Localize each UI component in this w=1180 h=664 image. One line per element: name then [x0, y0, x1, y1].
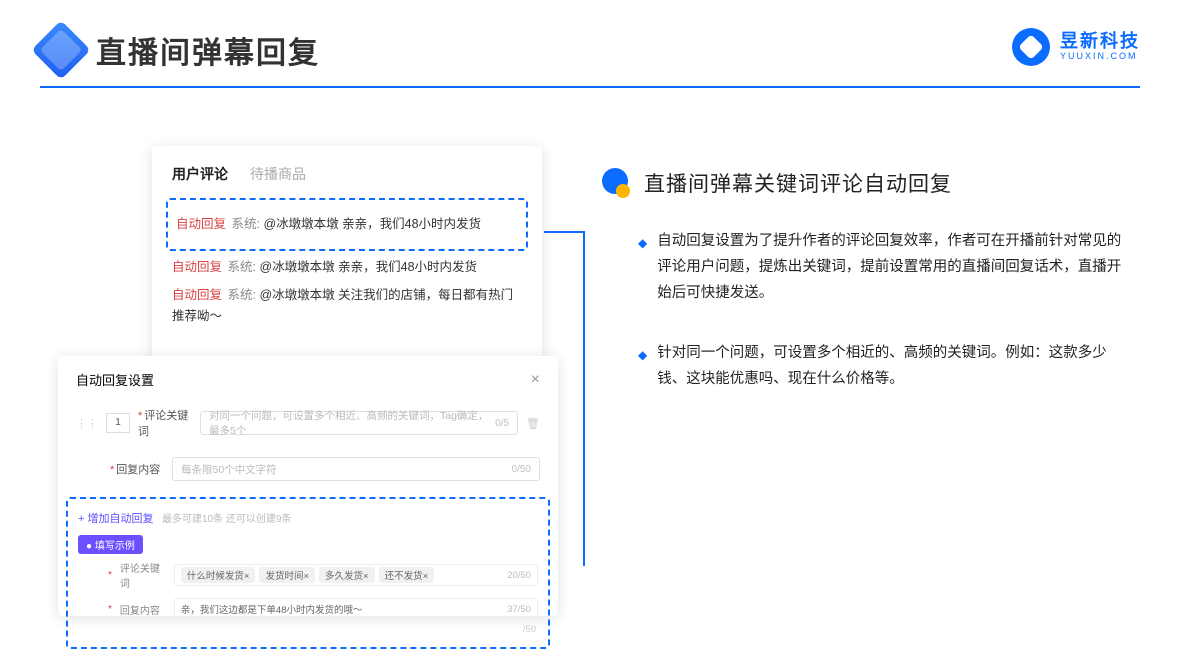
delete-icon[interactable]: 🗑: [526, 417, 540, 430]
reply-count: 0/50: [512, 464, 531, 475]
chip[interactable]: 发货时间×: [259, 567, 315, 583]
bullet-text: 自动回复设置为了提升作者的评论回复效率，作者可在开播前针对常见的评论用户问题，提…: [657, 228, 1132, 306]
example-badge: ● 填写示例: [78, 535, 143, 554]
settings-card: 自动回复设置 × ⋮⋮ 1 *评论关键词 对同一个问题，可设置多个相近、高频的关…: [58, 356, 558, 616]
header-divider: [40, 86, 1140, 88]
chip[interactable]: 多久发货×: [319, 567, 375, 583]
comment-text: @冰墩墩本墩 关注我们的店铺，每日都有热门推荐呦～: [172, 288, 513, 323]
kw-label: 评论关键词: [138, 410, 188, 438]
brand-sub: YUUXIN.COM: [1060, 52, 1140, 62]
bullet-text: 针对同一个问题，可设置多个相近的、高频的关键词。例如：这款多少钱、这块能优惠吗、…: [657, 340, 1132, 392]
kw-count: 0/5: [495, 418, 509, 429]
reply-label: 回复内容: [116, 464, 160, 476]
settings-title: 自动回复设置: [76, 370, 154, 389]
brand-name: 昱新科技: [1060, 32, 1140, 52]
kw-placeholder: 对同一个问题，可设置多个相近、高频的关键词，Tag确定，最多5个: [209, 408, 489, 438]
drag-handle-icon[interactable]: ⋮⋮: [76, 417, 98, 430]
brand-logo-icon: [1012, 28, 1050, 66]
reply-input[interactable]: 每条限50个中文字符 0/50: [172, 457, 540, 481]
ex-reply-count: 37/50: [507, 604, 531, 615]
close-icon[interactable]: ×: [531, 371, 540, 389]
highlighted-comment: 自动回复 系统: @冰墩墩本墩 亲亲，我们48小时内发货: [166, 198, 528, 251]
keyword-input[interactable]: 对同一个问题，可设置多个相近、高频的关键词，Tag确定，最多5个 0/5: [200, 411, 518, 435]
brand: 昱新科技 YUUXIN.COM: [1012, 28, 1140, 66]
ex-kw-label: 评论关键词: [120, 560, 168, 590]
chip[interactable]: 还不发货×: [379, 567, 435, 583]
reply-placeholder: 每条限50个中文字符: [181, 462, 277, 477]
auto-reply-tag: 自动回复: [172, 288, 222, 302]
diamond-icon: ◆: [638, 233, 647, 306]
add-note: 最多可建10条 还可以创建9条: [162, 514, 291, 525]
page-title: 直播间弹幕回复: [96, 28, 320, 72]
tab-user-comments[interactable]: 用户评论: [172, 164, 228, 184]
tab-pending-goods[interactable]: 待播商品: [250, 164, 306, 184]
ex-reply-label: 回复内容: [120, 602, 168, 617]
system-label: 系统:: [228, 288, 256, 302]
example-keyword-chips[interactable]: 什么时候发货× 发货时间× 多久发货× 还不发货× 20/50: [174, 564, 538, 586]
cube-icon: [31, 20, 90, 79]
comment-text: @冰墩墩本墩 亲亲，我们48小时内发货: [263, 217, 481, 231]
auto-reply-tag: 自动回复: [176, 217, 226, 231]
example-reply-input[interactable]: 亲，我们这边都是下单48小时内发货的哦～ 37/50: [174, 598, 538, 620]
outer-count: /50: [78, 624, 536, 635]
comment-text: @冰墩墩本墩 亲亲，我们48小时内发货: [259, 260, 477, 274]
diamond-icon: ◆: [638, 345, 647, 392]
chip[interactable]: 什么时候发货×: [181, 567, 256, 583]
system-label: 系统:: [232, 217, 260, 231]
system-label: 系统:: [228, 260, 256, 274]
section-title: 直播间弹幕关键词评论自动回复: [644, 168, 952, 198]
bubble-icon: [602, 168, 632, 198]
rule-index: 1: [106, 413, 130, 433]
comments-card: 用户评论 待播商品 自动回复 系统: @冰墩墩本墩 亲亲，我们48小时内发货 自…: [152, 146, 542, 366]
auto-reply-tag: 自动回复: [172, 260, 222, 274]
add-auto-reply-link[interactable]: + 增加自动回复: [78, 513, 153, 525]
ex-kw-count: 20/50: [507, 570, 531, 581]
ex-reply-text: 亲，我们这边都是下单48小时内发货的哦～: [181, 602, 363, 616]
example-box: + 增加自动回复 最多可建10条 还可以创建9条 ● 填写示例 * 评论关键词 …: [66, 497, 550, 649]
